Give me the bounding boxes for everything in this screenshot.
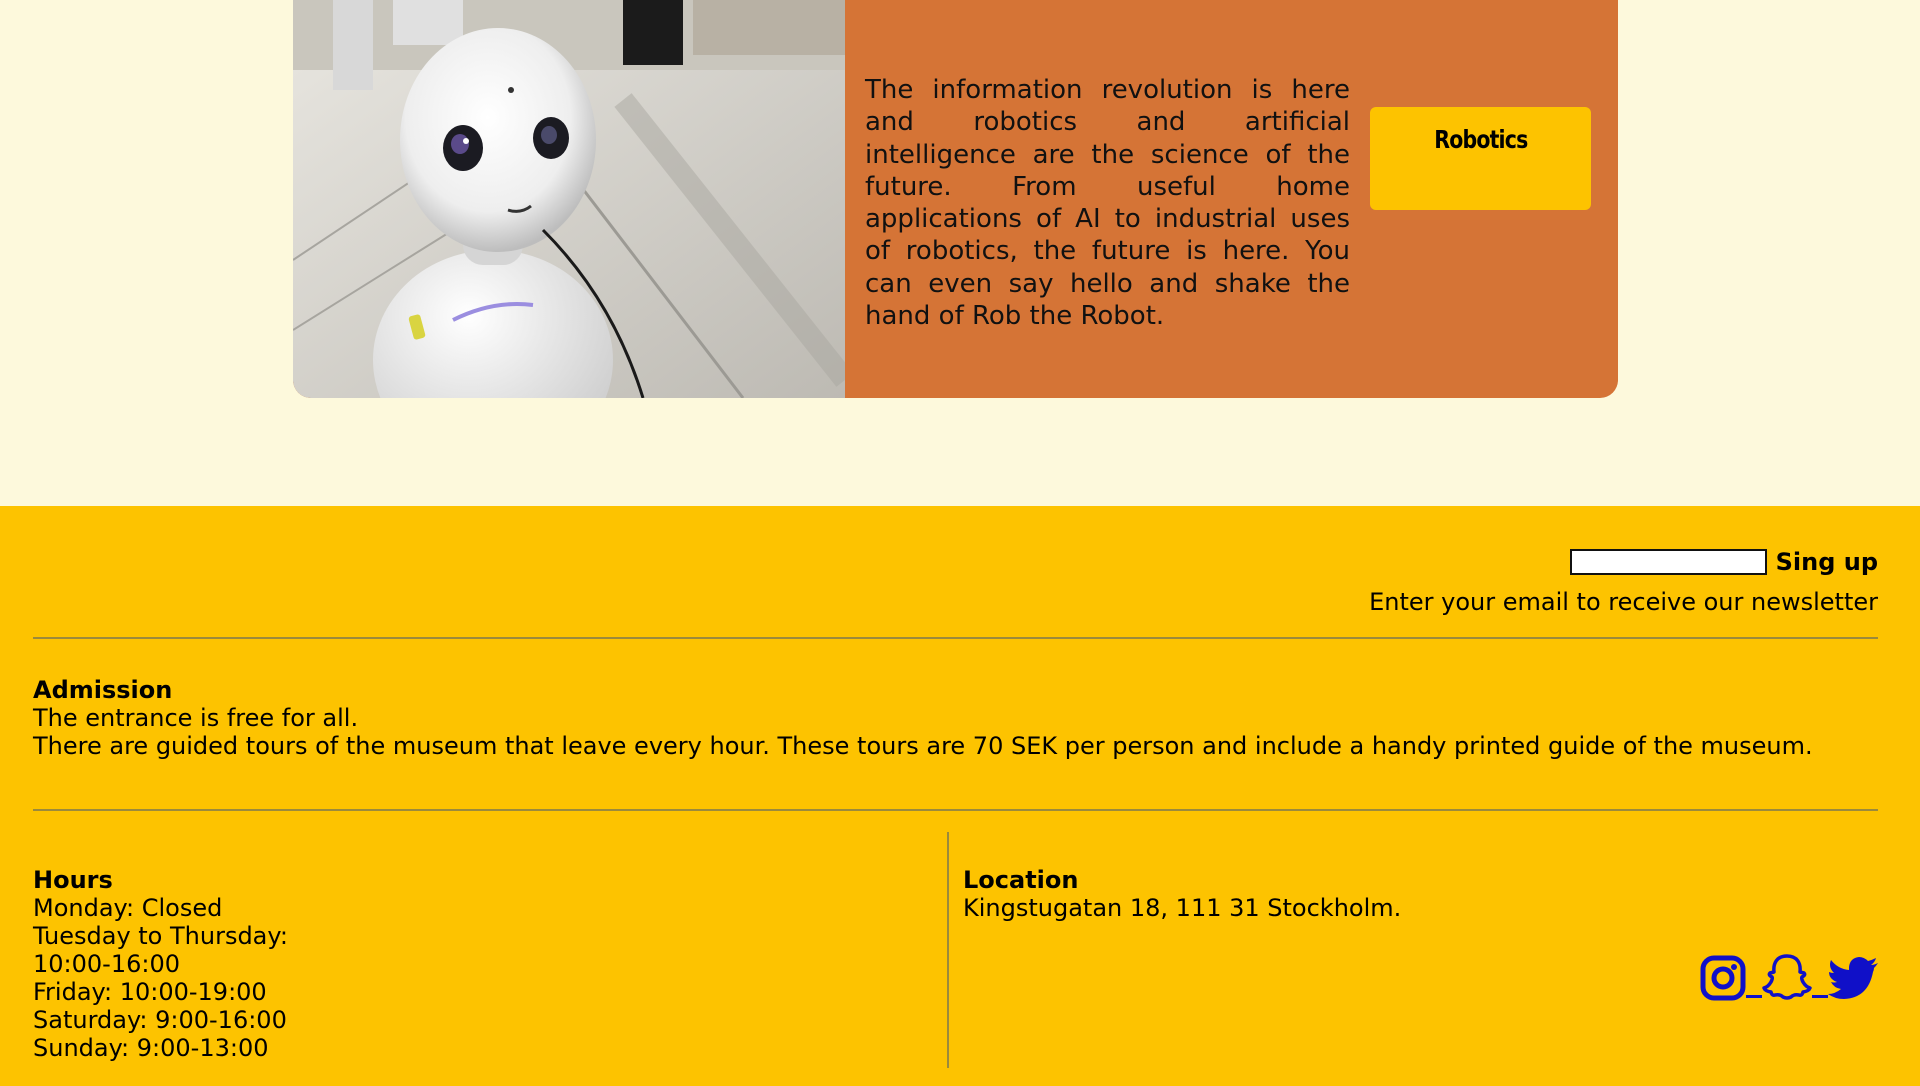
divider [33,637,1878,639]
instagram-icon [1700,955,1746,1001]
link-underline [1746,995,1762,998]
hours-line: Friday: 10:00-19:00 [33,978,267,1006]
admission-heading: Admission [33,676,173,704]
feature-card: The information revolution is here and r… [293,0,1618,398]
instagram-link[interactable] [1700,955,1746,1001]
snapchat-link[interactable] [1762,953,1812,1001]
column-divider [947,832,949,1068]
footer: Sing up Enter your email to receive our … [0,506,1920,1086]
twitter-link[interactable] [1828,957,1880,1001]
signup-button[interactable]: Sing up [1776,548,1878,576]
hours-line: Sunday: 9:00-13:00 [33,1034,269,1062]
newsletter-note: Enter your email to receive our newslett… [1369,588,1878,616]
hours-line: Saturday: 9:00-16:00 [33,1006,287,1034]
newsletter-form: Sing up [1569,548,1878,576]
location-section: Location Kingstugatan 18, 111 31 Stockho… [963,866,1663,922]
hours-line: 10:00-16:00 [33,950,180,978]
admission-line-1: The entrance is free for all. [33,704,359,732]
hours-line: Monday: Closed [33,894,223,922]
hours-section: Hours Monday: Closed Tuesday to Thursday… [33,866,633,1062]
email-input[interactable] [1569,549,1767,575]
robot-illustration [293,0,845,398]
admission-section: Admission The entrance is free for all. … [33,676,1833,760]
divider [33,809,1878,811]
location-address: Kingstugatan 18, 111 31 Stockholm. [963,894,1402,922]
social-links [1700,953,1880,1001]
robotics-button[interactable]: Robotics [1370,107,1591,210]
twitter-icon [1828,957,1878,999]
location-heading: Location [963,866,1079,894]
link-underline [1812,995,1828,998]
hours-heading: Hours [33,866,113,894]
hours-line: Tuesday to Thursday: [33,922,288,950]
snapchat-icon [1762,954,1812,1000]
admission-line-2: There are guided tours of the museum tha… [33,732,1813,760]
robotics-button-label: Robotics [1433,125,1528,154]
robot-photo [293,0,845,398]
feature-description: The information revolution is here and r… [865,75,1350,332]
